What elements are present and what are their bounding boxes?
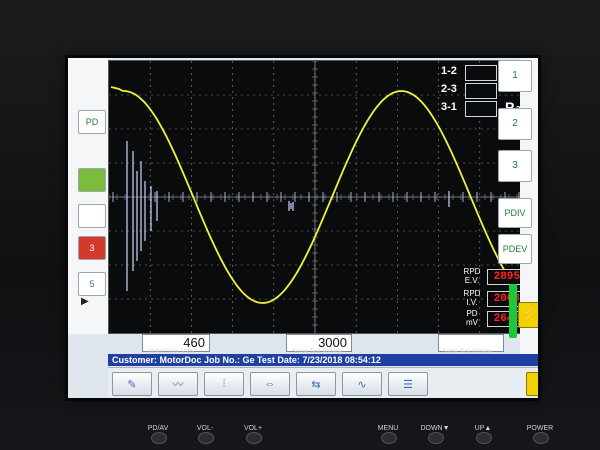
pd-button[interactable]: PD: [78, 110, 106, 134]
left-button-column: PD 3 5 ▶: [68, 58, 108, 334]
rpd-iv-label: RPD I.V.: [463, 289, 481, 307]
device-bezel: PD 3 5 ▶ 1-2 P 1 2-3 - 2 3-1 P 3 RPDE.V.: [0, 0, 600, 450]
wave-icon[interactable]: 〰: [158, 372, 198, 396]
menu-icon[interactable]: ☰: [388, 372, 428, 396]
pd-mv-label: PD mV: [466, 309, 478, 327]
phase-label-1-2: 1-2: [441, 65, 457, 77]
phase-label-2-3: 2-3: [441, 83, 457, 95]
status-led: [509, 284, 517, 338]
bottom-toolbar: ✎ 〰 ⫶ ⇔ ⇆ ∿ ☰ ✓: [108, 367, 538, 398]
hw-label-down: DOWN▼: [420, 425, 450, 432]
pdiv-button[interactable]: PDIV: [498, 198, 532, 228]
waveform-plot: 1-2 P 1 2-3 - 2 3-1 P 3 RPDE.V. 2895 RPD…: [108, 60, 538, 334]
hw-label-power: POWER: [526, 425, 554, 432]
pdev-button[interactable]: PDEV: [498, 234, 532, 264]
touch-screen: PD 3 5 ▶ 1-2 P 1 2-3 - 2 3-1 P 3 RPDE.V.: [68, 58, 538, 398]
channel-green-button[interactable]: [78, 168, 106, 192]
phase-box-2-3: [465, 83, 497, 99]
hw-label-pdav: PD/AV: [147, 425, 169, 432]
right-button-column: 1 2 3 PDIV PDEV ⚡: [498, 58, 538, 358]
hw-label-menu: MENU: [377, 425, 399, 432]
status-bar: Customer: MotorDoc Job No.: Ge Test Date…: [108, 354, 538, 366]
up-hw-button[interactable]: [476, 432, 492, 444]
hw-label-up: UP▲: [474, 425, 492, 432]
waveform-svg: [109, 61, 521, 333]
compare-icon[interactable]: ⇆: [296, 372, 336, 396]
phase-1-button[interactable]: 1: [498, 60, 532, 92]
rpd-ev-value: 2895: [487, 269, 524, 285]
phase-2-button[interactable]: 2: [498, 108, 532, 140]
voltage-trace: [110, 86, 518, 304]
down-hw-button[interactable]: [428, 432, 444, 444]
pdav-hw-button[interactable]: [151, 432, 167, 444]
confirm-button[interactable]: ✓: [526, 372, 538, 396]
channel-5-button[interactable]: 5: [78, 272, 106, 296]
lightning-warning-icon[interactable]: ⚡: [518, 302, 538, 328]
phase-box-1-2: [465, 65, 497, 81]
zoom-icon[interactable]: ⇔: [250, 372, 290, 396]
play-icon[interactable]: ▶: [81, 296, 89, 307]
rpd-ev-label: RPD E.V.: [463, 267, 481, 285]
phase-label-3-1: 3-1: [441, 101, 457, 113]
phase-box-3-1: [465, 101, 497, 117]
phase-3-button[interactable]: 3: [498, 150, 532, 182]
channel-3-button[interactable]: 3: [78, 236, 106, 260]
power-hw-button[interactable]: [533, 432, 549, 444]
menu-hw-button[interactable]: [381, 432, 397, 444]
edit-icon[interactable]: ✎: [112, 372, 152, 396]
channel-blank-button[interactable]: [78, 204, 106, 228]
vol-plus-hw-button[interactable]: [246, 432, 262, 444]
coil-icon[interactable]: ⫶: [204, 372, 244, 396]
hw-label-vol-minus: VOL-: [196, 425, 214, 432]
sine-icon[interactable]: ∿: [342, 372, 382, 396]
vol-minus-hw-button[interactable]: [198, 432, 214, 444]
hw-label-vol-plus: VOL+: [243, 425, 263, 432]
